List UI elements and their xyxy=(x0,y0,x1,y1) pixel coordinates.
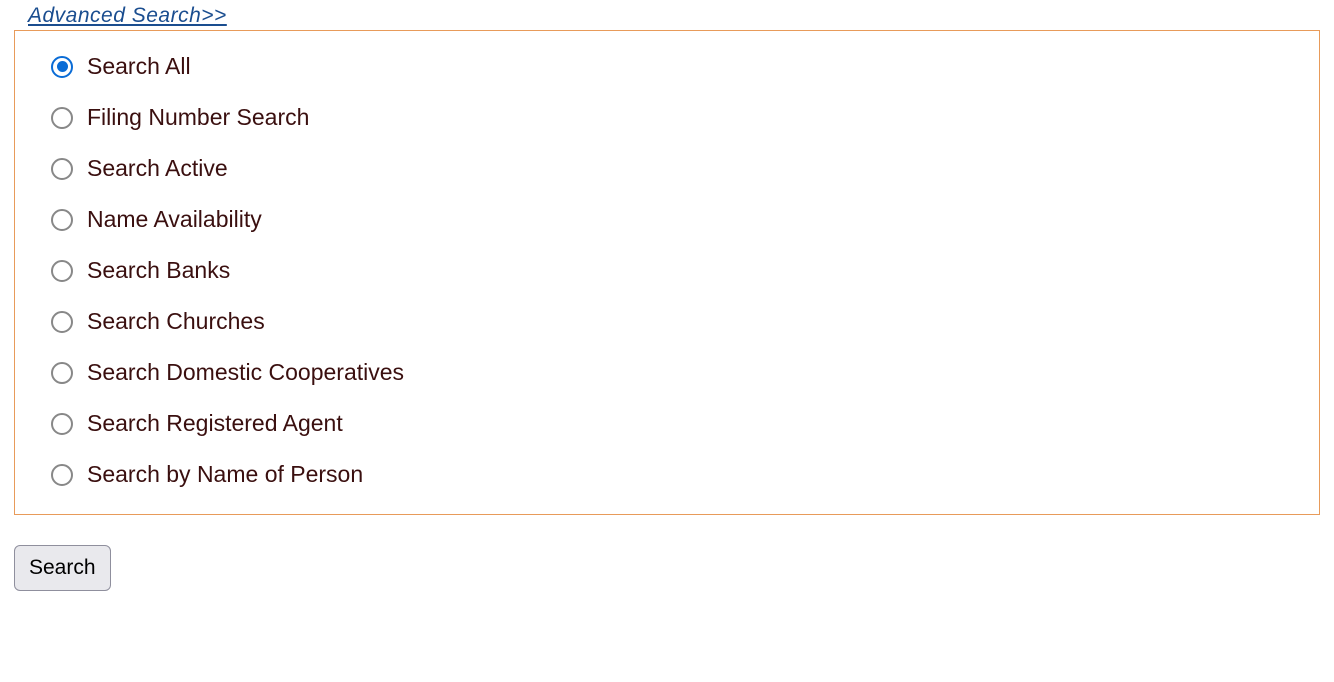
radio-label: Search Registered Agent xyxy=(87,412,343,435)
search-button[interactable]: Search xyxy=(14,545,111,591)
radio-icon xyxy=(51,413,73,435)
radio-search-all[interactable]: Search All xyxy=(51,55,1283,78)
radio-label: Search by Name of Person xyxy=(87,463,363,486)
radio-icon xyxy=(51,464,73,486)
radio-filing-number-search[interactable]: Filing Number Search xyxy=(51,106,1283,129)
radio-icon xyxy=(51,311,73,333)
radio-label: Search All xyxy=(87,55,191,78)
radio-label: Search Active xyxy=(87,157,228,180)
radio-label: Filing Number Search xyxy=(87,106,309,129)
radio-icon xyxy=(51,56,73,78)
radio-search-registered-agent[interactable]: Search Registered Agent xyxy=(51,412,1283,435)
radio-search-by-name-of-person[interactable]: Search by Name of Person xyxy=(51,463,1283,486)
radio-icon xyxy=(51,107,73,129)
radio-label: Search Churches xyxy=(87,310,265,333)
radio-search-churches[interactable]: Search Churches xyxy=(51,310,1283,333)
advanced-search-link[interactable]: Advanced Search>> xyxy=(28,4,227,28)
radio-label: Search Domestic Cooperatives xyxy=(87,361,404,384)
radio-icon xyxy=(51,158,73,180)
radio-name-availability[interactable]: Name Availability xyxy=(51,208,1283,231)
radio-icon xyxy=(51,209,73,231)
radio-label: Name Availability xyxy=(87,208,262,231)
radio-search-active[interactable]: Search Active xyxy=(51,157,1283,180)
radio-label: Search Banks xyxy=(87,259,230,282)
search-options-panel: Search All Filing Number Search Search A… xyxy=(14,30,1320,515)
radio-search-domestic-cooperatives[interactable]: Search Domestic Cooperatives xyxy=(51,361,1283,384)
radio-search-banks[interactable]: Search Banks xyxy=(51,259,1283,282)
radio-icon xyxy=(51,362,73,384)
radio-icon xyxy=(51,260,73,282)
